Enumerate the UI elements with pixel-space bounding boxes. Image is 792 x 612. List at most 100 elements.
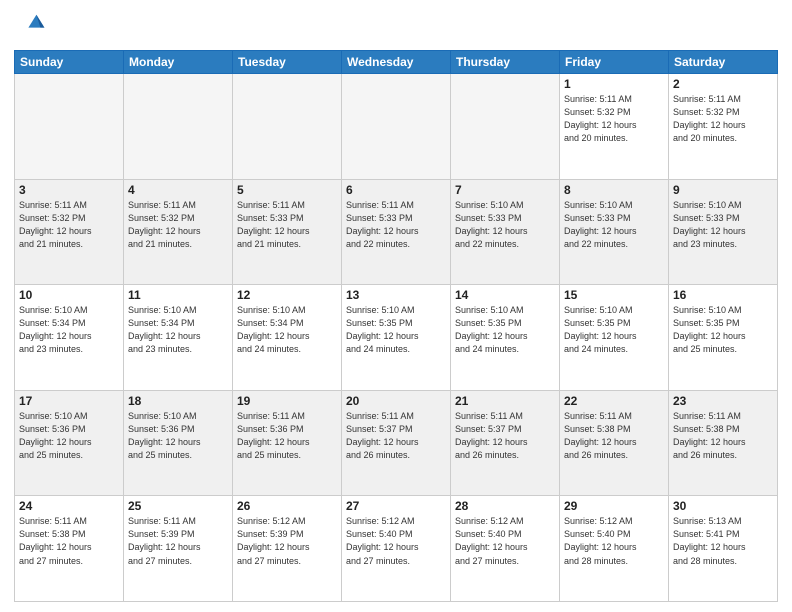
day-number: 14 <box>455 288 555 302</box>
day-detail: Sunrise: 5:11 AM Sunset: 5:38 PM Dayligh… <box>673 410 773 462</box>
day-detail: Sunrise: 5:10 AM Sunset: 5:35 PM Dayligh… <box>673 304 773 356</box>
day-detail: Sunrise: 5:11 AM Sunset: 5:39 PM Dayligh… <box>128 515 228 567</box>
calendar-cell: 6 Sunrise: 5:11 AM Sunset: 5:33 PM Daylig… <box>342 179 451 285</box>
day-number: 19 <box>237 394 337 408</box>
week-row-3: 10 Sunrise: 5:10 AM Sunset: 5:34 PM Dayli… <box>15 285 778 391</box>
page: SundayMondayTuesdayWednesdayThursdayFrid… <box>0 0 792 612</box>
calendar-cell: 4 Sunrise: 5:11 AM Sunset: 5:32 PM Daylig… <box>124 179 233 285</box>
calendar-cell <box>124 74 233 180</box>
weekday-friday: Friday <box>560 51 669 74</box>
day-number: 26 <box>237 499 337 513</box>
calendar-cell: 3 Sunrise: 5:11 AM Sunset: 5:32 PM Daylig… <box>15 179 124 285</box>
calendar-cell: 26 Sunrise: 5:12 AM Sunset: 5:39 PM Dayli… <box>233 496 342 602</box>
day-number: 28 <box>455 499 555 513</box>
calendar-cell: 8Sunrise: 5:10 AM Sunset: 5:33 PM Daylig… <box>560 179 669 285</box>
calendar-cell <box>451 74 560 180</box>
day-detail: Sunrise: 5:11 AM Sunset: 5:32 PM Dayligh… <box>673 93 773 145</box>
day-number: 10 <box>19 288 119 302</box>
calendar-cell: 23 Sunrise: 5:11 AM Sunset: 5:38 PM Dayli… <box>669 390 778 496</box>
day-number: 1 <box>564 77 664 91</box>
calendar-cell: 19 Sunrise: 5:11 AM Sunset: 5:36 PM Dayli… <box>233 390 342 496</box>
day-number: 9 <box>673 183 773 197</box>
day-detail: Sunrise: 5:10 AM Sunset: 5:34 PM Dayligh… <box>128 304 228 356</box>
day-detail: Sunrise: 5:11 AM Sunset: 5:36 PM Dayligh… <box>237 410 337 462</box>
day-detail: Sunrise: 5:10 AM Sunset: 5:33 PM Dayligh… <box>455 199 555 251</box>
day-detail: Sunrise: 5:11 AM Sunset: 5:32 PM Dayligh… <box>564 93 664 145</box>
day-detail: Sunrise: 5:10 AM Sunset: 5:36 PM Dayligh… <box>19 410 119 462</box>
day-detail: Sunrise: 5:12 AM Sunset: 5:40 PM Dayligh… <box>564 515 664 567</box>
calendar-cell: 15 Sunrise: 5:10 AM Sunset: 5:35 PM Dayli… <box>560 285 669 391</box>
calendar-cell <box>342 74 451 180</box>
calendar-cell: 22 Sunrise: 5:11 AM Sunset: 5:38 PM Dayli… <box>560 390 669 496</box>
calendar-cell: 5 Sunrise: 5:11 AM Sunset: 5:33 PM Daylig… <box>233 179 342 285</box>
day-detail: Sunrise: 5:10 AM Sunset: 5:35 PM Dayligh… <box>564 304 664 356</box>
calendar-cell: 16 Sunrise: 5:10 AM Sunset: 5:35 PM Dayli… <box>669 285 778 391</box>
day-detail: Sunrise: 5:11 AM Sunset: 5:32 PM Dayligh… <box>19 199 119 251</box>
calendar-cell: 25 Sunrise: 5:11 AM Sunset: 5:39 PM Dayli… <box>124 496 233 602</box>
calendar-cell: 30 Sunrise: 5:13 AM Sunset: 5:41 PM Dayli… <box>669 496 778 602</box>
day-detail: Sunrise: 5:11 AM Sunset: 5:33 PM Dayligh… <box>237 199 337 251</box>
calendar-cell: 10 Sunrise: 5:10 AM Sunset: 5:34 PM Dayli… <box>15 285 124 391</box>
day-number: 11 <box>128 288 228 302</box>
day-number: 6 <box>346 183 446 197</box>
calendar-cell: 1 Sunrise: 5:11 AM Sunset: 5:32 PM Daylig… <box>560 74 669 180</box>
day-number: 29 <box>564 499 664 513</box>
day-detail: Sunrise: 5:12 AM Sunset: 5:40 PM Dayligh… <box>455 515 555 567</box>
day-detail: Sunrise: 5:11 AM Sunset: 5:33 PM Dayligh… <box>346 199 446 251</box>
week-row-5: 24Sunrise: 5:11 AM Sunset: 5:38 PM Dayli… <box>15 496 778 602</box>
day-number: 27 <box>346 499 446 513</box>
weekday-thursday: Thursday <box>451 51 560 74</box>
calendar-cell: 2 Sunrise: 5:11 AM Sunset: 5:32 PM Daylig… <box>669 74 778 180</box>
day-number: 20 <box>346 394 446 408</box>
day-detail: Sunrise: 5:10 AM Sunset: 5:34 PM Dayligh… <box>237 304 337 356</box>
calendar-cell <box>15 74 124 180</box>
calendar-table: SundayMondayTuesdayWednesdayThursdayFrid… <box>14 50 778 602</box>
weekday-saturday: Saturday <box>669 51 778 74</box>
header <box>14 10 778 42</box>
day-number: 18 <box>128 394 228 408</box>
day-number: 24 <box>19 499 119 513</box>
day-number: 16 <box>673 288 773 302</box>
logo-icon <box>14 10 46 42</box>
calendar-cell: 20 Sunrise: 5:11 AM Sunset: 5:37 PM Dayli… <box>342 390 451 496</box>
day-number: 17 <box>19 394 119 408</box>
day-number: 22 <box>564 394 664 408</box>
day-detail: Sunrise: 5:11 AM Sunset: 5:37 PM Dayligh… <box>346 410 446 462</box>
day-detail: Sunrise: 5:11 AM Sunset: 5:37 PM Dayligh… <box>455 410 555 462</box>
day-detail: Sunrise: 5:12 AM Sunset: 5:39 PM Dayligh… <box>237 515 337 567</box>
day-detail: Sunrise: 5:11 AM Sunset: 5:38 PM Dayligh… <box>564 410 664 462</box>
calendar-cell: 21Sunrise: 5:11 AM Sunset: 5:37 PM Dayli… <box>451 390 560 496</box>
calendar-cell <box>233 74 342 180</box>
day-number: 30 <box>673 499 773 513</box>
weekday-tuesday: Tuesday <box>233 51 342 74</box>
day-detail: Sunrise: 5:12 AM Sunset: 5:40 PM Dayligh… <box>346 515 446 567</box>
calendar-cell: 13Sunrise: 5:10 AM Sunset: 5:35 PM Dayli… <box>342 285 451 391</box>
weekday-sunday: Sunday <box>15 51 124 74</box>
day-number: 23 <box>673 394 773 408</box>
day-number: 3 <box>19 183 119 197</box>
day-number: 12 <box>237 288 337 302</box>
calendar-cell: 29 Sunrise: 5:12 AM Sunset: 5:40 PM Dayli… <box>560 496 669 602</box>
weekday-header-row: SundayMondayTuesdayWednesdayThursdayFrid… <box>15 51 778 74</box>
calendar-cell: 27 Sunrise: 5:12 AM Sunset: 5:40 PM Dayli… <box>342 496 451 602</box>
day-number: 15 <box>564 288 664 302</box>
calendar-cell: 24Sunrise: 5:11 AM Sunset: 5:38 PM Dayli… <box>15 496 124 602</box>
week-row-2: 3 Sunrise: 5:11 AM Sunset: 5:32 PM Daylig… <box>15 179 778 285</box>
day-detail: Sunrise: 5:10 AM Sunset: 5:36 PM Dayligh… <box>128 410 228 462</box>
logo <box>14 10 50 42</box>
day-detail: Sunrise: 5:13 AM Sunset: 5:41 PM Dayligh… <box>673 515 773 567</box>
calendar-cell: 7Sunrise: 5:10 AM Sunset: 5:33 PM Daylig… <box>451 179 560 285</box>
day-number: 4 <box>128 183 228 197</box>
week-row-4: 17 Sunrise: 5:10 AM Sunset: 5:36 PM Dayli… <box>15 390 778 496</box>
day-detail: Sunrise: 5:10 AM Sunset: 5:33 PM Dayligh… <box>673 199 773 251</box>
day-number: 25 <box>128 499 228 513</box>
day-number: 13 <box>346 288 446 302</box>
calendar-cell: 28 Sunrise: 5:12 AM Sunset: 5:40 PM Dayli… <box>451 496 560 602</box>
day-detail: Sunrise: 5:10 AM Sunset: 5:34 PM Dayligh… <box>19 304 119 356</box>
day-number: 5 <box>237 183 337 197</box>
calendar-cell: 9 Sunrise: 5:10 AM Sunset: 5:33 PM Daylig… <box>669 179 778 285</box>
day-number: 2 <box>673 77 773 91</box>
calendar-cell: 18 Sunrise: 5:10 AM Sunset: 5:36 PM Dayli… <box>124 390 233 496</box>
day-detail: Sunrise: 5:11 AM Sunset: 5:32 PM Dayligh… <box>128 199 228 251</box>
week-row-1: 1 Sunrise: 5:11 AM Sunset: 5:32 PM Daylig… <box>15 74 778 180</box>
